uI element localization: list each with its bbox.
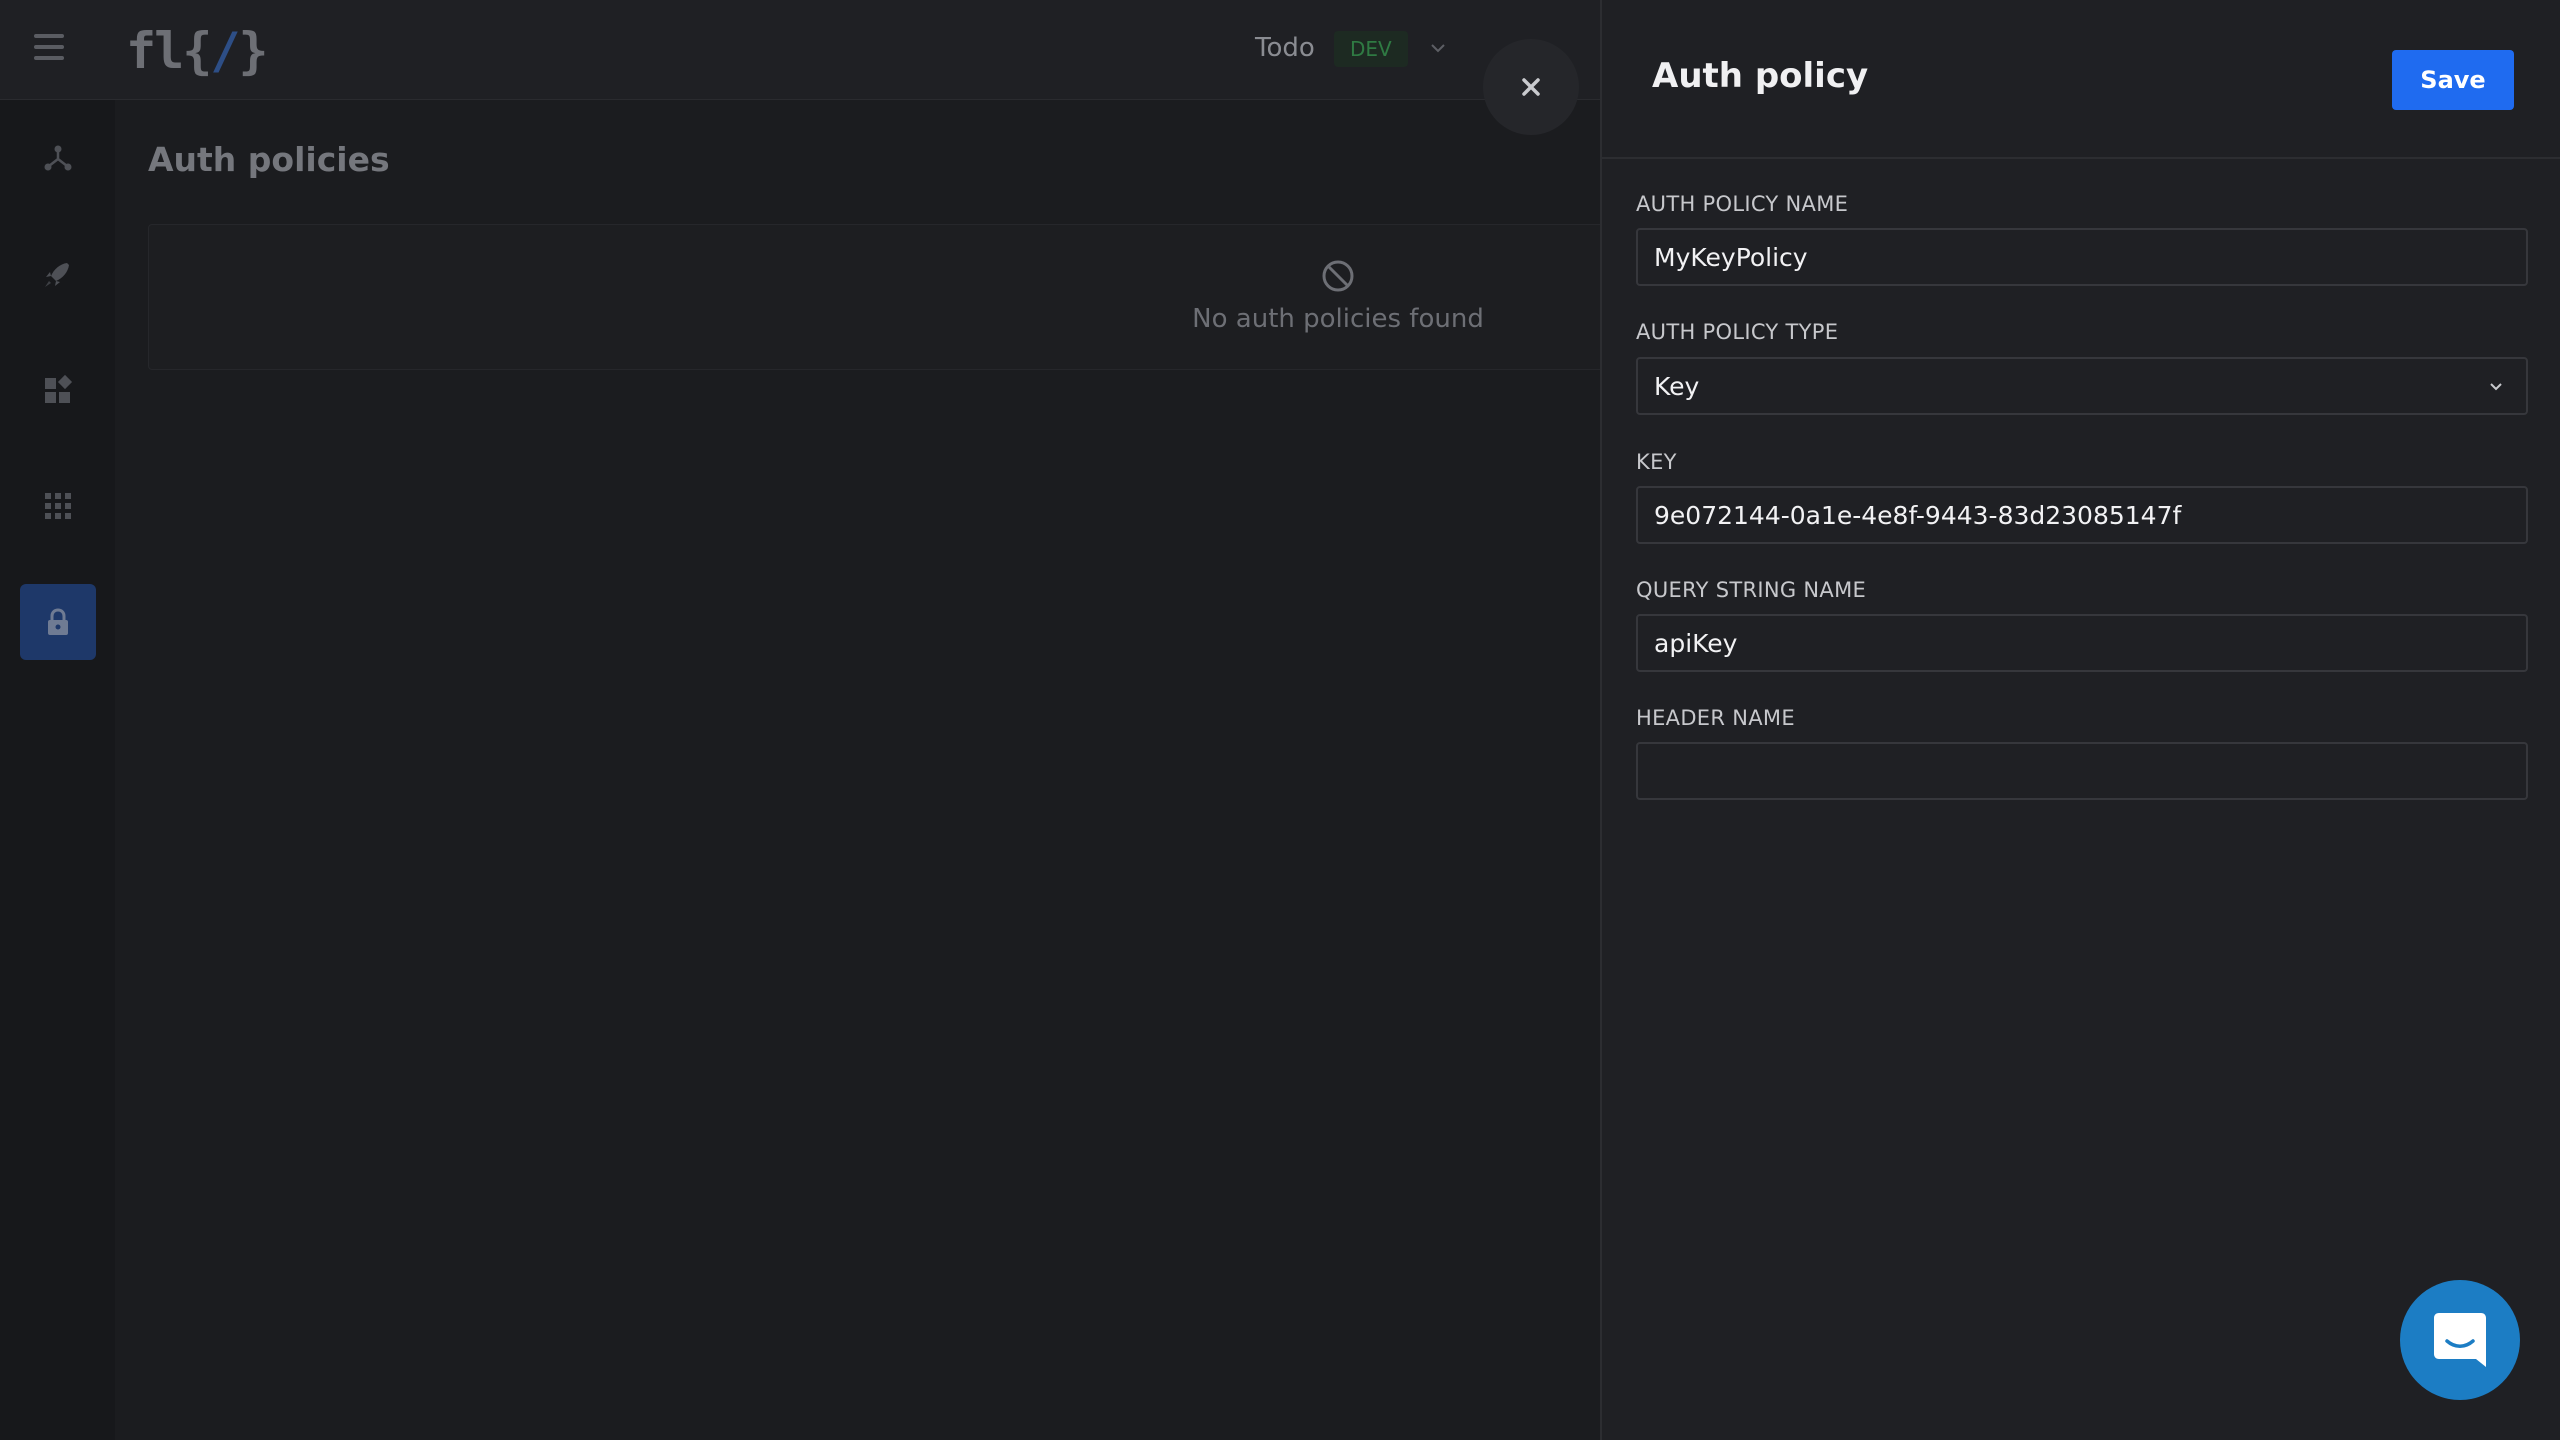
widgets-icon: [45, 374, 73, 403]
drawer-title: Auth policy: [1652, 56, 1869, 96]
auth-policy-drawer: Auth policy Save AUTH POLICY NAME AUTH P…: [1600, 0, 2560, 1440]
chat-icon: [2434, 1313, 2486, 1367]
key-label: KEY: [1636, 450, 1677, 474]
auth-policy-name-input[interactable]: [1636, 228, 2528, 286]
sidebar-item-security[interactable]: [20, 584, 96, 660]
close-drawer-button[interactable]: [1483, 39, 1579, 135]
top-bar: fl{/} Todo DEV: [0, 0, 1600, 100]
environment-badge: DEV: [1334, 31, 1408, 67]
query-string-name-label: QUERY STRING NAME: [1636, 578, 1867, 602]
sidebar-item-apps[interactable]: [20, 468, 96, 544]
sidebar-item-flows[interactable]: [20, 120, 96, 196]
sidebar: [0, 100, 115, 1440]
auth-policy-type-label: AUTH POLICY TYPE: [1636, 320, 1839, 344]
rocket-icon: [45, 263, 69, 287]
project-name[interactable]: Todo: [1255, 33, 1315, 63]
grid-icon: [45, 493, 71, 519]
close-icon: [1522, 78, 1540, 96]
sidebar-item-integrations[interactable]: [20, 352, 96, 428]
no-entry-icon: [1322, 260, 1354, 292]
chevron-down-icon[interactable]: [1428, 38, 1448, 58]
save-button[interactable]: Save: [2392, 50, 2514, 110]
page-title: Auth policies: [148, 140, 390, 179]
auth-policy-type-select[interactable]: Key: [1636, 357, 2528, 415]
key-input[interactable]: [1636, 486, 2528, 544]
auth-policy-name-label: AUTH POLICY NAME: [1636, 192, 1849, 216]
drawer-header: Auth policy Save: [1602, 0, 2560, 159]
header-name-label: HEADER NAME: [1636, 706, 1795, 730]
lock-icon: [48, 608, 68, 635]
hamburger-menu-icon[interactable]: [34, 34, 64, 64]
app-root: fl{/} Todo DEV Auth policies No auth pol…: [0, 0, 2560, 1440]
auth-policy-type-value: Key: [1654, 372, 1700, 401]
chevron-down-icon: [2490, 383, 2502, 391]
empty-state-text: No auth policies found: [1192, 304, 1484, 334]
network-icon: [44, 145, 72, 171]
query-string-name-input[interactable]: [1636, 614, 2528, 672]
app-logo[interactable]: fl{/}: [126, 22, 269, 80]
empty-state-card: [148, 224, 1608, 370]
chat-launcher-button[interactable]: [2400, 1280, 2520, 1400]
header-name-input[interactable]: [1636, 742, 2528, 800]
sidebar-item-deploy[interactable]: [20, 236, 96, 312]
